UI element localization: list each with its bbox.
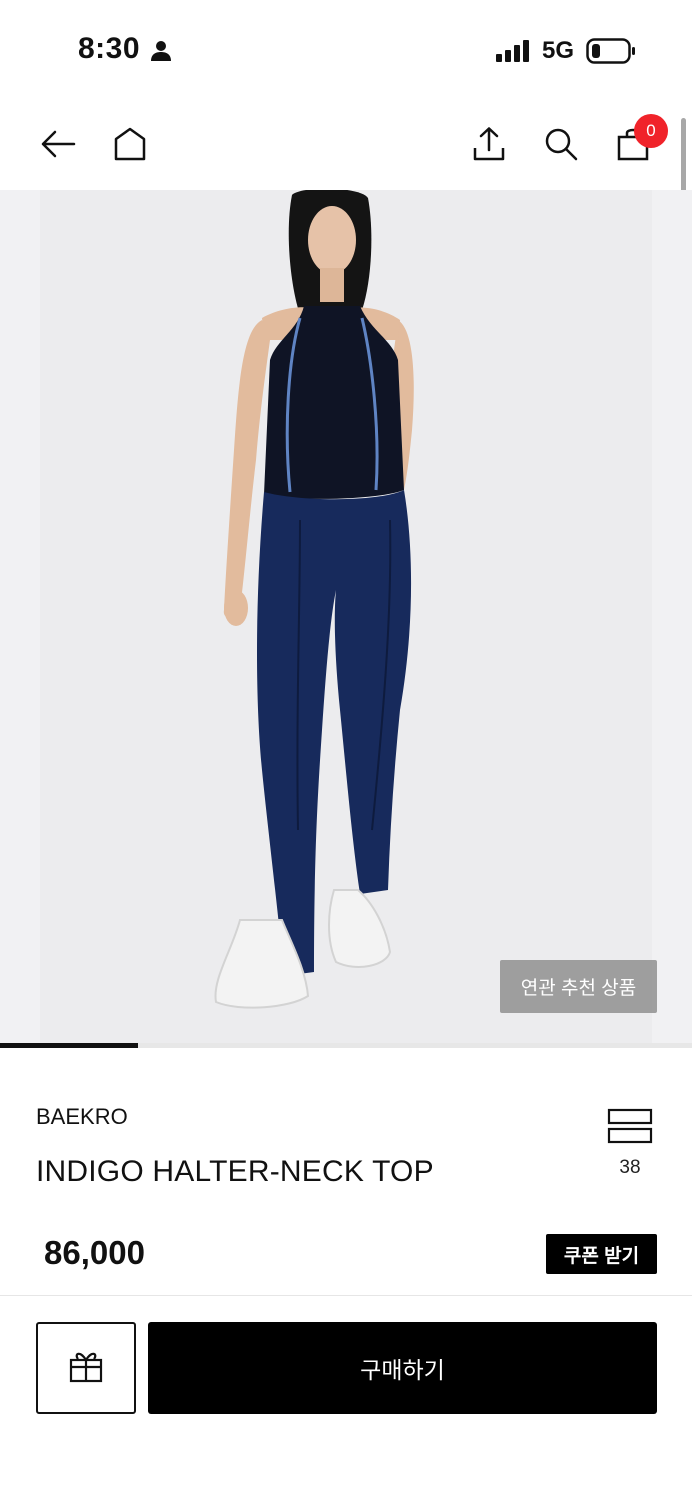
share-button[interactable] [467, 124, 511, 168]
battery-icon [586, 38, 636, 69]
nav-bar [0, 110, 692, 190]
product-detail-page: 8:30 5G 0 연관 추천 상품 BAEKRO INDIGO HALTER-… [0, 0, 692, 1500]
share-icon [471, 126, 507, 167]
product-photo [214, 190, 414, 1009]
search-button[interactable] [539, 124, 583, 168]
buy-button[interactable]: 구매하기 [148, 1322, 657, 1414]
product-price: 86,000 [44, 1234, 145, 1271]
status-time: 8:30 [78, 32, 141, 65]
product-name: INDIGO HALTER-NECK TOP [36, 1155, 434, 1188]
gift-icon [68, 1348, 104, 1389]
person-icon [150, 40, 172, 67]
coupon-button[interactable]: 쿠폰 받기 [546, 1234, 657, 1274]
list-icon[interactable] [607, 1108, 653, 1149]
divider [0, 1295, 692, 1296]
carousel-progress-fill [0, 1043, 139, 1048]
back-arrow-icon [40, 129, 76, 164]
search-icon [543, 126, 579, 167]
list-count: 38 [619, 1157, 641, 1178]
home-icon [112, 126, 148, 167]
brand-name[interactable]: BAEKRO [36, 1104, 128, 1130]
home-button[interactable] [108, 124, 152, 168]
product-image-carousel[interactable] [0, 190, 692, 1046]
cart-badge[interactable]: 0 [634, 114, 668, 148]
related-products-button[interactable]: 연관 추천 상품 [500, 960, 657, 1013]
gift-button[interactable] [36, 1322, 136, 1414]
status-bar: 8:30 5G [0, 0, 692, 100]
back-button[interactable] [36, 124, 80, 168]
signal-icon [496, 40, 532, 67]
network-type: 5G [542, 37, 575, 64]
